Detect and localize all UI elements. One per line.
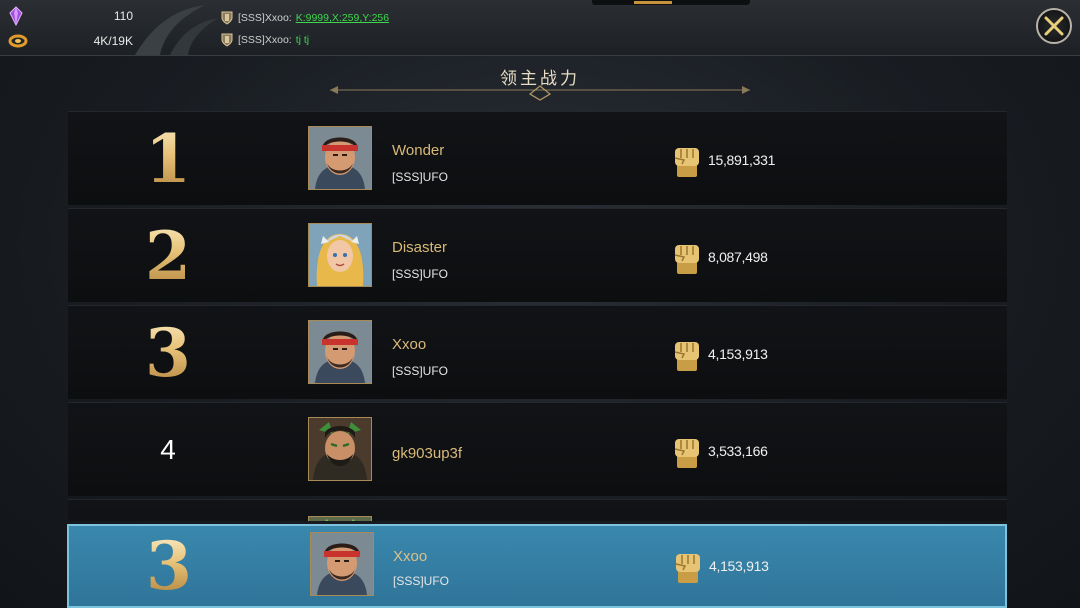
fist-power-icon [675,554,700,583]
player-guild: [SSS]UFO [392,267,449,281]
fist-power-icon [674,245,699,274]
gold-value: 4K/19K [93,34,133,48]
self-ranking-row[interactable]: 3 Xxoo [SSS]UFO 4,153,913 [67,524,1007,608]
avatar[interactable] [308,516,372,521]
ranking-row[interactable] [68,499,1007,521]
ranking-row[interactable]: 2 Disaster [SSS]UFO 8,087,498 [68,208,1007,302]
player-name: Disaster [392,239,448,256]
gems-value: 110 [113,9,133,23]
ranking-row[interactable]: 1 Wonder [SSS]UFO 15,891,331 [68,111,1007,205]
close-icon [1044,16,1064,36]
chat-coordinate-link[interactable]: K:9999,X:259,Y:256 [296,12,389,24]
rank-number: 3 [109,526,229,606]
bandana-warrior-portrait-icon [309,321,371,383]
rank-number: 1 [108,112,228,205]
power-value-group: 3,533,166 [672,433,768,469]
blonde-valkyrie-portrait-icon [309,224,371,286]
resource-gems[interactable]: 110 [8,6,133,26]
avatar[interactable] [308,320,372,384]
top-bar: 110 4K/19K [SSS]Xxoo: K:9999,X:259,Y:256… [0,0,1080,56]
player-name: Xxoo [392,336,427,353]
guild-shield-icon [221,33,233,47]
guild-shield-icon [221,11,233,25]
purple-gem-icon [9,6,23,26]
bandana-warrior-portrait-icon [309,127,371,189]
avatar[interactable] [308,126,372,190]
chat-message: tj tj [295,34,310,46]
fist-power-icon [674,439,699,468]
close-button[interactable] [1036,8,1072,44]
fist-power-icon [674,342,699,371]
rank-number: 4 [160,433,176,465]
ornament-swirl-icon [135,5,218,55]
page-title: 领主战力 [500,69,580,89]
chat-sender: [SSS]Xxoo: [238,12,292,24]
power-value-group: 4,153,913 [672,336,768,372]
gold-ring-icon [8,34,28,48]
player-guild: [SSS]UFO [392,170,449,184]
player-guild: [SSS]UFO [392,364,449,378]
ranking-list[interactable]: 1 Wonder [SSS]UFO 15,891,331 2 Disaster … [68,111,1007,521]
power-value-group: 4,153,913 [673,548,769,584]
ranking-row[interactable]: 4 gk903up3f 3,533,166 [68,402,1007,496]
bandana-warrior-portrait-icon [311,533,373,595]
ranking-row[interactable]: 3 Xxoo [SSS]UFO 4,153,913 [68,305,1007,399]
rank-number: 3 [108,306,228,399]
power-value: 4,153,913 [708,346,768,362]
player-name: Wonder [392,142,445,159]
chat-line[interactable]: [SSS]Xxoo: K:9999,X:259,Y:256 [220,9,389,27]
top-progress-slot [592,0,750,5]
green-orc-portrait-icon [309,418,371,480]
rank-number: 2 [108,209,228,302]
player-guild: [SSS]UFO [393,574,450,588]
power-value: 8,087,498 [708,249,768,265]
avatar[interactable] [308,223,372,287]
resource-gold[interactable]: 4K/19K [8,31,133,51]
player-name: gk903up3f [392,445,463,462]
player-name: Xxoo [393,548,428,565]
avatar[interactable] [308,417,372,481]
power-value-group: 8,087,498 [672,239,768,275]
fist-power-icon [674,148,699,177]
avatar[interactable] [310,532,374,596]
chat-line[interactable]: [SSS]Xxoo: tj tj [220,31,309,49]
title-banner: 领主战力 [320,58,760,102]
power-value: 3,533,166 [708,443,768,459]
power-value-group: 15,891,331 [672,142,775,178]
power-value: 15,891,331 [708,152,776,168]
chat-sender: [SSS]Xxoo: [238,34,292,46]
green-helmet-portrait-icon [309,517,371,521]
power-value: 4,153,913 [709,558,769,574]
